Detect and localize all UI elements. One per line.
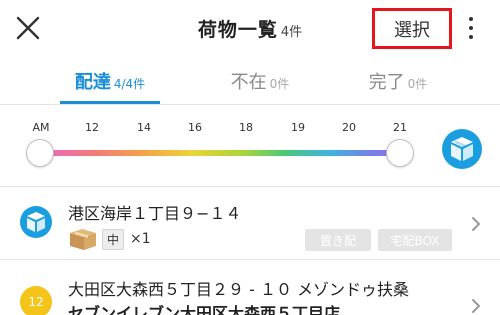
tab-delivery[interactable]: 配達 4/4件 — [60, 68, 160, 104]
more-menu-icon[interactable] — [464, 14, 478, 42]
time-label-20: 20 — [342, 121, 356, 134]
tab-absent-label: 不在 — [230, 72, 267, 93]
time-scale: AM 12 14 16 18 19 20 21 — [0, 121, 500, 137]
tab-absent-count: 0件 — [269, 77, 290, 91]
time-label-am: AM — [32, 121, 50, 134]
time-label-14: 14 — [137, 121, 151, 134]
tab-absent[interactable]: 不在 0件 — [222, 68, 298, 104]
time-range-start-handle[interactable] — [26, 139, 54, 167]
time-range-track[interactable] — [40, 150, 402, 156]
time-range-end-handle[interactable] — [386, 139, 414, 167]
time-label-12: 12 — [85, 121, 99, 134]
delivery-address: 大田区大森西５丁目２９ - １０ メゾンドゥ扶桑 — [68, 280, 410, 299]
tab-delivery-label: 配達 — [74, 72, 111, 93]
tag-okihai: 置き配 — [305, 229, 371, 251]
tab-delivery-count: 4/4件 — [113, 77, 146, 91]
delivery-list-item[interactable]: 12 大田区大森西５丁目２９ - １０ メゾンドゥ扶桑 セブンイレブン大田区大森… — [0, 262, 500, 315]
time-label-19: 19 — [291, 121, 305, 134]
status-tabs: 配達 4/4件 不在 0件 完了 0件 — [0, 68, 500, 104]
package-icon — [20, 206, 52, 238]
app-header: 荷物一覧 4件 選択 — [0, 0, 500, 56]
tabs-divider — [0, 104, 500, 105]
time-label-16: 16 — [188, 121, 202, 134]
page-title-count: 4件 — [280, 25, 303, 40]
package-size-badge: 中 — [102, 228, 125, 250]
delivery-address: 港区海岸１丁目９−１４ — [68, 204, 242, 223]
order-number-badge: 12 — [20, 286, 52, 315]
delivery-store-name: セブンイレブン大田区大森西５丁目店 — [68, 304, 341, 315]
time-label-21: 21 — [393, 121, 407, 134]
tab-completed-count: 0件 — [407, 77, 428, 91]
item-divider — [0, 259, 500, 260]
chevron-right-icon — [472, 217, 480, 231]
select-button[interactable]: 選択 — [372, 8, 452, 49]
package-quantity: ×1 — [130, 231, 151, 247]
tag-delivery-box: 宅配BOX — [378, 229, 452, 251]
time-label-18: 18 — [239, 121, 253, 134]
chevron-right-icon — [472, 299, 480, 313]
section-divider — [0, 186, 500, 187]
tab-completed-label: 完了 — [368, 72, 405, 93]
package-filter-icon[interactable] — [441, 128, 483, 170]
tab-completed[interactable]: 完了 0件 — [360, 68, 436, 104]
page-title: 荷物一覧 — [197, 19, 278, 41]
cardboard-box-icon — [70, 229, 96, 250]
package-info: 中 ×1 — [68, 227, 151, 251]
delivery-list-item[interactable]: 港区海岸１丁目９−１４ 中 ×1 置き配 宅配BOX — [0, 188, 500, 258]
